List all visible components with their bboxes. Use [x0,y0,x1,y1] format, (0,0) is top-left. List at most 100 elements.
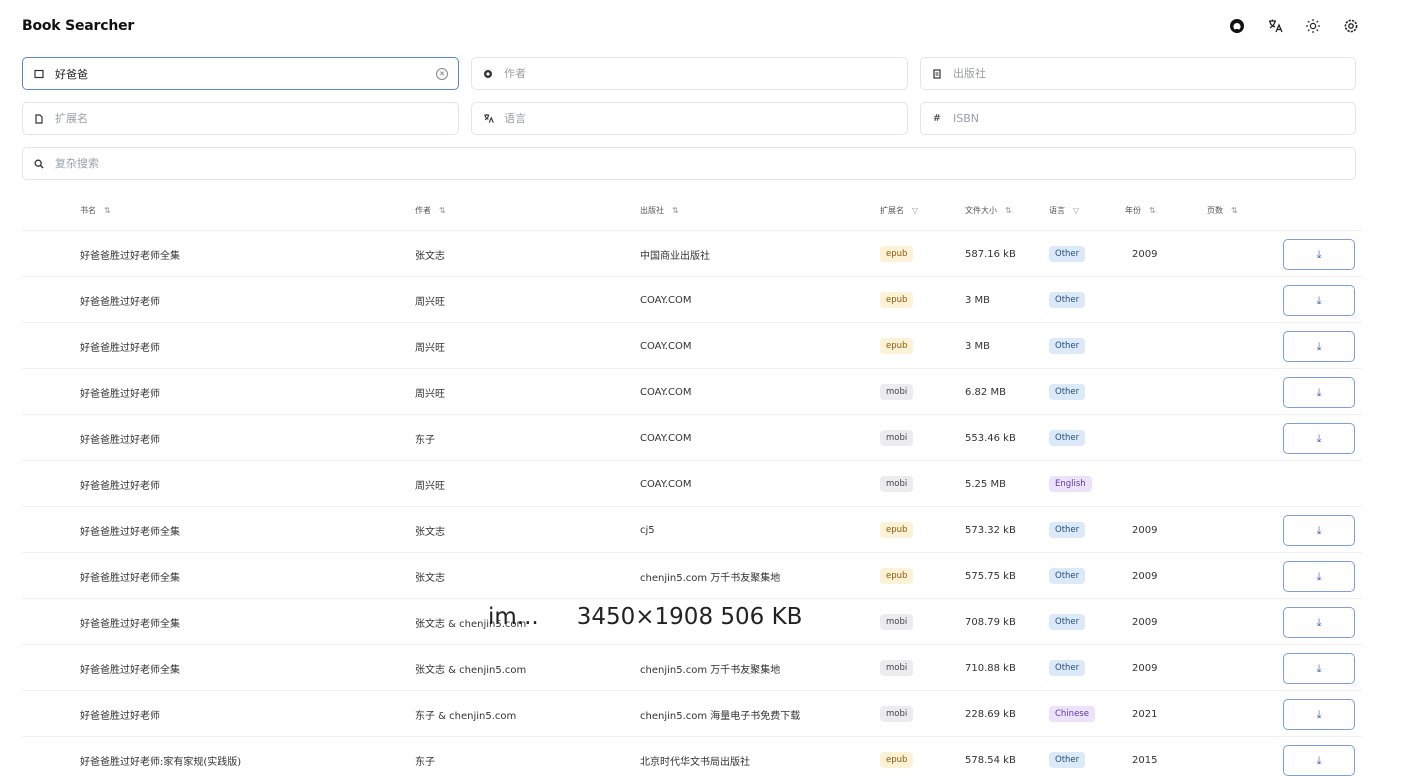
table-row: 好爸爸胜过好老师 东子 COAY.COM mobi 553.46 kB Other ⤓ [22,414,1362,460]
cell-title: 好爸爸胜过好老师 [80,342,160,354]
cell-extension: mobi [880,645,914,691]
cell-author: 周兴旺 [415,480,445,492]
sort-icon[interactable]: ⇅ [1149,206,1156,215]
download-button[interactable]: ⤓ [1283,515,1355,546]
cell-year: 2009 [1132,662,1158,674]
isbn-input[interactable] [953,112,1345,125]
download-button[interactable]: ⤓ [1283,423,1355,454]
cell-title: 好爸爸胜过好老师 [80,710,160,722]
download-button[interactable]: ⤓ [1283,607,1355,638]
table-row: 好爸爸胜过好老师 周兴旺 COAY.COM epub 3 MB Other ⤓ [22,322,1362,368]
cell-title: 好爸爸胜过好老师全集 [80,664,180,676]
author-input[interactable] [504,67,897,80]
col-title-header[interactable]: 书名 ⇅ [80,205,111,216]
cell-extension: mobi [880,369,914,415]
extension-badge: epub [880,292,914,308]
cell-filesize: 710.88 kB [965,662,1016,674]
author-icon [482,68,494,80]
extension-input[interactable] [55,112,448,125]
cell-extension: epub [880,737,914,776]
col-filesize-header[interactable]: 文件大小 ⇅ [965,205,1012,216]
cell-filesize: 5.25 MB [965,478,1006,490]
cell-title: 好爸爸胜过好老师 [80,388,160,400]
language-input[interactable] [504,112,897,125]
cell-extension: epub [880,507,914,553]
title-search-field[interactable]: ✕ [22,57,459,90]
cell-extension: mobi [880,691,914,737]
isbn-search-field[interactable]: # [920,102,1356,135]
cell-author: 张文志 [415,572,445,584]
cell-filesize: 553.46 kB [965,432,1016,444]
results-table: 好爸爸胜过好老师全集 张文志 中国商业出版社 epub 587.16 kB Other 20… [22,230,1362,776]
hash-icon: # [932,113,942,124]
download-icon: ⤓ [1316,569,1322,583]
cell-filesize: 587.16 kB [965,248,1016,260]
github-icon[interactable] [1228,17,1246,35]
image-info-overlay: im... 3450×1908 506 KB [488,604,802,630]
col-extension-header[interactable]: 扩展名 ▽ [880,205,918,216]
download-button[interactable]: ⤓ [1283,285,1355,316]
language-badge: Other [1049,522,1086,538]
table-row: 好爸爸胜过好老师全集 张文志 cj5 epub 573.32 kB Other 2009 ⤓ [22,506,1362,552]
sort-icon[interactable]: ⇅ [672,206,679,215]
extension-badge: epub [880,568,914,584]
cell-title: 好爸爸胜过好老师全集 [80,526,180,538]
language-badge: Other [1049,752,1086,768]
download-icon: ⤓ [1316,247,1322,261]
settings-icon[interactable] [1342,17,1360,35]
author-search-field[interactable] [471,57,908,90]
col-year-header[interactable]: 年份 ⇅ [1125,205,1156,216]
filter-icon[interactable]: ▽ [1073,206,1079,215]
cell-year: 2009 [1132,616,1158,628]
download-button[interactable]: ⤓ [1283,377,1355,408]
publisher-input[interactable] [953,67,1345,80]
complex-search-input[interactable] [55,157,1345,170]
table-header: 书名 ⇅ 作者 ⇅ 出版社 ⇅ 扩展名 ▽ 文件大小 ⇅ 语言 ▽ 年份 ⇅ 页数 ⇅ [22,196,1362,226]
table-row: 好爸爸胜过好老师全集 张文志 chenjin5.com 万千书友聚集地 epub 575… [22,552,1362,598]
col-publisher-header[interactable]: 出版社 ⇅ [640,205,679,216]
cell-author: 张文志 [415,250,445,262]
publisher-search-field[interactable] [920,57,1356,90]
table-row: 好爸爸胜过好老师全集 张文志 中国商业出版社 epub 587.16 kB Other 20… [22,230,1362,276]
cell-extension: mobi [880,415,914,461]
cell-title: 好爸爸胜过好老师 [80,434,160,446]
cell-language: Other [1049,277,1086,323]
download-button[interactable]: ⤓ [1283,699,1355,730]
cell-language: Other [1049,599,1086,645]
download-button[interactable]: ⤓ [1283,745,1355,776]
extension-badge: mobi [880,476,914,492]
cell-publisher: COAY.COM [640,340,692,352]
cell-language: English [1049,461,1092,507]
table-row: 好爸爸胜过好老师 周兴旺 COAY.COM mobi 5.25 MB English [22,460,1362,506]
title-input[interactable] [55,67,430,80]
sort-icon[interactable]: ⇅ [439,206,446,215]
cell-year: 2009 [1132,570,1158,582]
cell-filesize: 6.82 MB [965,386,1006,398]
filter-icon[interactable]: ▽ [912,206,918,215]
cell-extension: mobi [880,599,914,645]
complex-search-field[interactable] [22,147,1356,180]
cell-language: Other [1049,323,1086,369]
sort-icon[interactable]: ⇅ [104,206,111,215]
sort-icon[interactable]: ⇅ [1231,206,1238,215]
download-button[interactable]: ⤓ [1283,331,1355,362]
cell-publisher: cj5 [640,524,655,536]
download-icon: ⤓ [1316,431,1322,445]
clear-icon[interactable]: ✕ [436,67,448,80]
sort-icon[interactable]: ⇅ [1005,206,1012,215]
cell-publisher: chenjin5.com 万千书友聚集地 [640,572,781,584]
download-button[interactable]: ⤓ [1283,561,1355,592]
extension-search-field[interactable] [22,102,459,135]
cell-year: 2015 [1132,754,1158,766]
download-button[interactable]: ⤓ [1283,653,1355,684]
col-author-header[interactable]: 作者 ⇅ [415,205,446,216]
theme-toggle-icon[interactable] [1304,17,1322,35]
extension-badge: mobi [880,660,914,676]
col-language-header[interactable]: 语言 ▽ [1049,205,1079,216]
col-pages-header[interactable]: 页数 ⇅ [1207,205,1238,216]
download-button[interactable]: ⤓ [1283,239,1355,270]
download-icon: ⤓ [1316,339,1322,353]
cell-author: 东子 [415,756,435,768]
language-search-field[interactable] [471,102,908,135]
translate-icon[interactable] [1266,17,1284,35]
